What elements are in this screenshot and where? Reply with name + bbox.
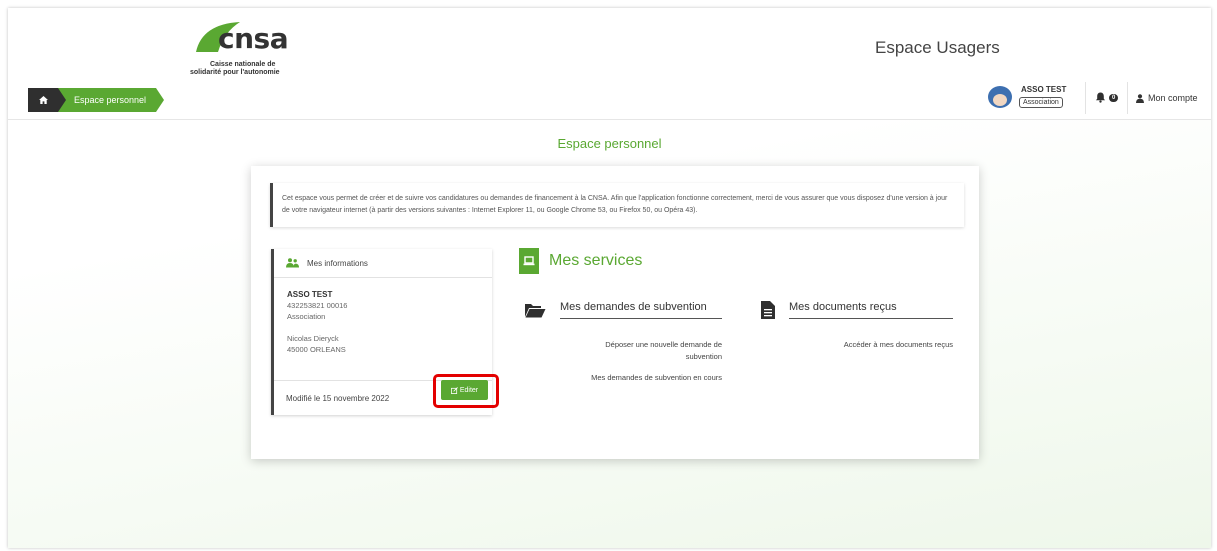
subsidies-section: Mes demandes de subvention Déposer une n… bbox=[524, 301, 722, 382]
users-icon bbox=[286, 258, 299, 268]
notification-count-badge: 0 bbox=[1109, 93, 1119, 102]
ongoing-subsidies-link[interactable]: Mes demandes de subvention en cours bbox=[560, 372, 722, 384]
new-subsidy-link-line2: subvention bbox=[685, 352, 722, 361]
new-subsidy-link[interactable]: Déposer une nouvelle demande de subventi… bbox=[560, 339, 722, 363]
intro-notice: Cet espace vous permet de créer et de su… bbox=[270, 183, 964, 227]
contact-name: Nicolas Dieryck bbox=[287, 334, 339, 343]
bell-icon bbox=[1095, 92, 1106, 103]
main-card: Cet espace vous permet de créer et de su… bbox=[251, 166, 979, 459]
user-type-badge: Association bbox=[1019, 97, 1063, 108]
notifications-button[interactable]: 0 bbox=[1095, 92, 1119, 103]
logo-subtitle-line2: solidarité pour l'autonomie bbox=[190, 69, 280, 76]
user-name: ASSO TEST bbox=[1021, 85, 1067, 94]
subsidies-header: Mes demandes de subvention bbox=[524, 301, 722, 319]
documents-title: Mes documents reçus bbox=[789, 301, 953, 319]
browser-frame: cnsa Caisse nationale de solidarité pour… bbox=[8, 8, 1211, 548]
document-icon bbox=[761, 301, 775, 319]
top-header: cnsa Caisse nationale de solidarité pour… bbox=[8, 8, 1211, 120]
breadcrumb: Espace personnel bbox=[28, 88, 165, 112]
breadcrumb-home[interactable] bbox=[28, 88, 66, 112]
edit-button[interactable]: Editer bbox=[441, 380, 488, 400]
home-icon bbox=[38, 96, 48, 104]
org-siret: 432253821 00016 bbox=[287, 301, 348, 310]
avatar bbox=[988, 86, 1012, 108]
org-name: ASSO TEST bbox=[287, 290, 333, 299]
documents-section: Mes documents reçus Accéder à mes docume… bbox=[761, 301, 953, 349]
contact-city: 45000 ORLEANS bbox=[287, 345, 346, 354]
modified-date: Modifié le 15 novembre 2022 bbox=[286, 393, 390, 403]
edit-icon bbox=[450, 386, 458, 394]
user-icon bbox=[1136, 93, 1144, 103]
edit-button-label: Editer bbox=[459, 386, 479, 394]
org-type: Association bbox=[287, 312, 326, 321]
received-documents-link[interactable]: Accéder à mes documents reçus bbox=[789, 339, 953, 351]
laptop-icon bbox=[519, 248, 539, 274]
breadcrumb-current-label: Espace personnel bbox=[74, 95, 147, 105]
user-profile[interactable]: ASSO TEST Association bbox=[986, 82, 1086, 114]
info-panel-body: ASSO TEST 432253821 00016 Association Ni… bbox=[274, 278, 492, 355]
info-panel-header: Mes informations bbox=[274, 249, 492, 278]
account-menu[interactable]: Mon compte bbox=[1127, 82, 1198, 114]
services-header: Mes services bbox=[519, 248, 642, 274]
subsidies-title: Mes demandes de subvention bbox=[560, 301, 722, 319]
logo-subtitle-line1: Caisse nationale de bbox=[210, 61, 276, 68]
app-title: Espace Usagers bbox=[875, 38, 1000, 57]
page-title: Espace personnel bbox=[557, 136, 662, 151]
breadcrumb-current[interactable]: Espace personnel bbox=[58, 88, 165, 112]
account-label: Mon compte bbox=[1148, 93, 1198, 103]
documents-header: Mes documents reçus bbox=[761, 301, 953, 319]
services-title: Mes services bbox=[549, 252, 643, 269]
logo-text: cnsa bbox=[218, 22, 289, 55]
folder-open-icon bbox=[525, 304, 546, 318]
info-panel-title: Mes informations bbox=[307, 258, 368, 268]
new-subsidy-link-line1: Déposer une nouvelle demande de bbox=[605, 340, 722, 349]
